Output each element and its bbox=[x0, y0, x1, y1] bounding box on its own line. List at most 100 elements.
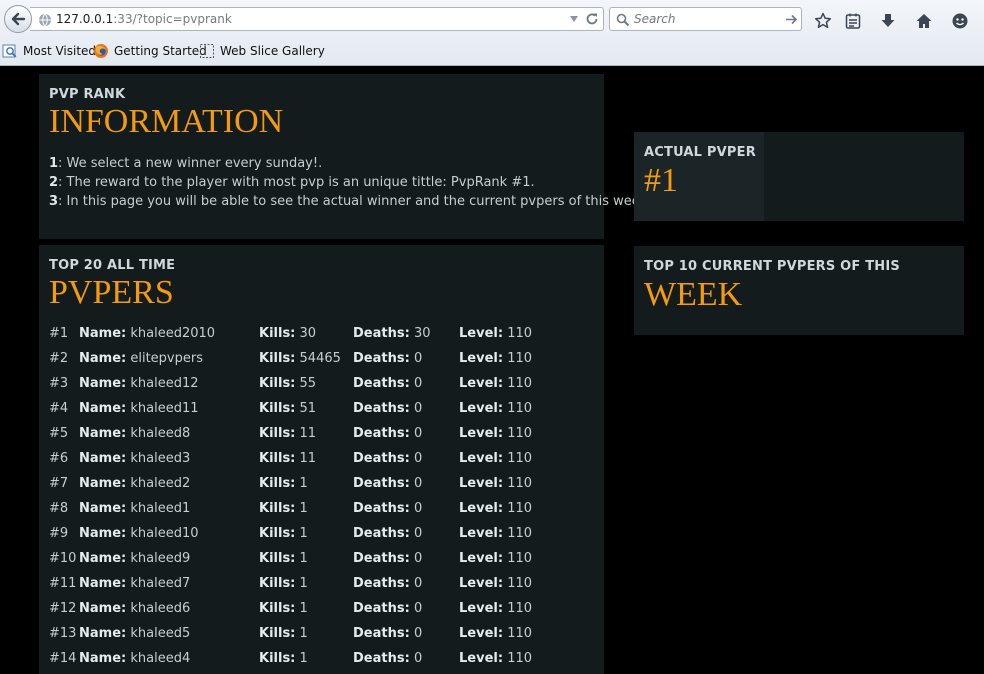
cell-value: #8 bbox=[49, 501, 69, 516]
cell-label: Kills: bbox=[259, 476, 296, 491]
most-visited-icon bbox=[2, 44, 17, 58]
cell-value: 0 bbox=[413, 651, 423, 666]
cell-label: Name: bbox=[79, 651, 127, 666]
cell-kills: Kills: 54465 bbox=[259, 351, 341, 366]
cell-deaths: Deaths: 0 bbox=[353, 351, 422, 366]
firefox-icon bbox=[94, 44, 108, 58]
bookmarks-menu-icon[interactable] bbox=[844, 12, 862, 30]
cell-name: Name: khaleed7 bbox=[79, 576, 190, 591]
cell-deaths: Deaths: 0 bbox=[353, 551, 422, 566]
cell-value: 110 bbox=[507, 351, 533, 366]
bookmark-web-slice-gallery[interactable]: Web Slice Gallery bbox=[199, 43, 325, 59]
cell-label: Kills: bbox=[259, 576, 296, 591]
cell-level: Level: 110 bbox=[459, 501, 532, 516]
cell-name: Name: khaleed6 bbox=[79, 601, 190, 616]
cell-name: Name: khaleed4 bbox=[79, 651, 190, 666]
cell-name: Name: elitepvpers bbox=[79, 351, 203, 366]
cell-label: Name: bbox=[79, 551, 127, 566]
cell-label: Kills: bbox=[259, 401, 296, 416]
cell-value: #1 bbox=[49, 326, 69, 341]
cell-label: Kills: bbox=[259, 326, 296, 341]
info-line: 3: In this page you will be able to see … bbox=[49, 194, 651, 209]
url-text[interactable]: 127.0.0.1:33/?topic=pvprank bbox=[56, 12, 232, 26]
cell-value: 51 bbox=[299, 401, 317, 416]
home-icon[interactable] bbox=[915, 12, 933, 30]
cell-rank: #10 bbox=[49, 551, 76, 566]
cell-label: Level: bbox=[459, 551, 504, 566]
cell-value: 0 bbox=[413, 551, 423, 566]
cell-deaths: Deaths: 0 bbox=[353, 401, 422, 416]
cell-value: #2 bbox=[49, 351, 69, 366]
bookmark-getting-started[interactable]: Getting Started bbox=[93, 43, 207, 59]
navigation-toolbar: 127.0.0.1:33/?topic=pvprank bbox=[0, 4, 984, 34]
search-bar[interactable] bbox=[609, 7, 802, 31]
cell-kills: Kills: 11 bbox=[259, 426, 316, 441]
cell-value: 11 bbox=[299, 426, 317, 441]
url-host: 127.0.0.1 bbox=[56, 12, 114, 26]
bookmark-most-visited[interactable]: Most Visited bbox=[2, 43, 96, 59]
info-line-number: 2 bbox=[49, 175, 59, 190]
cell-value: #3 bbox=[49, 376, 69, 391]
cell-value: #14 bbox=[49, 651, 77, 666]
cell-value: 110 bbox=[507, 401, 533, 416]
social-smiley-icon[interactable] bbox=[951, 12, 969, 30]
cell-deaths: Deaths: 30 bbox=[353, 326, 430, 341]
cell-kills: Kills: 55 bbox=[259, 376, 316, 391]
cell-value: khaleed9 bbox=[130, 551, 191, 566]
cell-rank: #9 bbox=[49, 526, 68, 541]
cell-rank: #8 bbox=[49, 501, 68, 516]
url-history-dropdown-icon[interactable] bbox=[568, 13, 580, 25]
cell-value: 1 bbox=[299, 651, 308, 666]
cell-label: Level: bbox=[459, 501, 504, 516]
cell-rank: #11 bbox=[49, 576, 76, 591]
cell-value: khaleed6 bbox=[130, 601, 191, 616]
reload-icon[interactable] bbox=[585, 12, 599, 26]
search-icon bbox=[616, 13, 630, 27]
bookmark-label: Most Visited bbox=[23, 44, 97, 58]
cell-value: khaleed12 bbox=[130, 376, 199, 391]
cell-label: Deaths: bbox=[353, 376, 410, 391]
cell-value: 110 bbox=[507, 601, 533, 616]
cell-value: 0 bbox=[413, 501, 423, 516]
cell-label: Name: bbox=[79, 376, 127, 391]
cell-label: Kills: bbox=[259, 526, 296, 541]
cell-value: 0 bbox=[413, 376, 423, 391]
cell-value: 0 bbox=[413, 451, 423, 466]
bookmark-star-icon[interactable] bbox=[814, 12, 832, 30]
cell-value: khaleed2010 bbox=[130, 326, 216, 341]
cell-name: Name: khaleed12 bbox=[79, 376, 199, 391]
cell-label: Name: bbox=[79, 501, 127, 516]
cell-deaths: Deaths: 0 bbox=[353, 626, 422, 641]
cell-label: Name: bbox=[79, 426, 127, 441]
cell-rank: #4 bbox=[49, 401, 68, 416]
cell-label: Kills: bbox=[259, 451, 296, 466]
cell-label: Kills: bbox=[259, 651, 296, 666]
cell-name: Name: khaleed5 bbox=[79, 626, 190, 641]
cell-value: khaleed3 bbox=[130, 451, 191, 466]
downloads-icon[interactable] bbox=[879, 12, 897, 30]
cell-value: 110 bbox=[507, 526, 533, 541]
info-line-number: 3 bbox=[49, 194, 59, 209]
back-button[interactable] bbox=[4, 5, 32, 33]
cell-value: elitepvpers bbox=[130, 351, 203, 366]
cell-value: 110 bbox=[507, 451, 533, 466]
actual-pvper-rank: #1 bbox=[644, 162, 678, 199]
cell-rank: #7 bbox=[49, 476, 68, 491]
cell-label: Name: bbox=[79, 351, 127, 366]
cell-value: 30 bbox=[413, 326, 431, 341]
cell-kills: Kills: 11 bbox=[259, 451, 316, 466]
cell-name: Name: khaleed2010 bbox=[79, 326, 215, 341]
cell-value: #5 bbox=[49, 426, 69, 441]
cell-label: Name: bbox=[79, 526, 127, 541]
cell-value: 55 bbox=[299, 376, 317, 391]
info-line-text: : We select a new winner every sunday!. bbox=[58, 156, 323, 171]
url-bar[interactable]: 127.0.0.1:33/?topic=pvprank bbox=[30, 7, 604, 31]
cell-value: 0 bbox=[413, 401, 423, 416]
cell-value: 1 bbox=[299, 551, 308, 566]
cell-value: #13 bbox=[49, 626, 77, 641]
search-go-arrow-icon[interactable] bbox=[785, 13, 798, 26]
cell-rank: #12 bbox=[49, 601, 76, 616]
cell-kills: Kills: 1 bbox=[259, 526, 308, 541]
cell-deaths: Deaths: 0 bbox=[353, 451, 422, 466]
search-input[interactable] bbox=[634, 10, 784, 28]
